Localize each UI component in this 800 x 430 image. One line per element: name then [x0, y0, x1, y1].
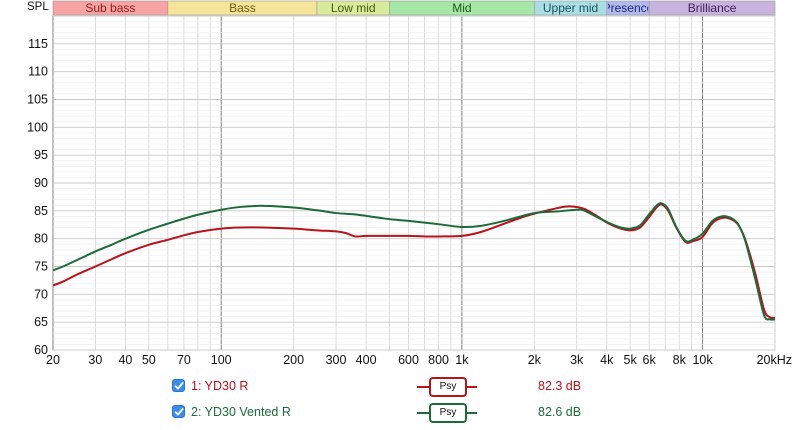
series-2-style-label: Psy: [429, 403, 467, 423]
series-1-checkbox[interactable]: [172, 379, 185, 392]
x-tick-label: 10k: [692, 353, 713, 367]
series-2-name: 2: YD30 Vented R: [191, 405, 291, 419]
band-label-1: Bass: [229, 1, 256, 15]
x-tick-label: 6k: [643, 353, 657, 367]
band-label-2: Low mid: [331, 1, 376, 15]
y-tick-label: 95: [34, 148, 48, 162]
x-tick-label: 4k: [600, 353, 614, 367]
x-tick-label: 1k: [455, 353, 469, 367]
legend-item-series-2[interactable]: 2: YD30 Vented R Psy 82.6 dB: [172, 403, 772, 423]
y-axis-label: SPL: [27, 1, 49, 13]
x-tick-label: 2k: [528, 353, 542, 367]
y-tick-label: 110: [28, 65, 48, 79]
x-tick-label: 3k: [570, 353, 584, 367]
y-tick-label: 105: [27, 93, 48, 107]
x-tick-label: 20kHz: [757, 353, 792, 367]
series-2-style-button[interactable]: Psy: [417, 403, 477, 423]
band-label-5: Presence: [603, 1, 654, 15]
y-tick-label: 115: [28, 37, 48, 51]
x-tick-label: 100: [211, 353, 232, 367]
series-1-name: 1: YD30 R: [191, 379, 249, 393]
series-1-style-label: Psy: [429, 377, 467, 397]
series-2-value: 82.6 dB: [538, 405, 582, 419]
x-tick-label: 600: [398, 353, 419, 367]
x-tick-label: 20: [46, 353, 60, 367]
y-tick-label: 65: [34, 315, 48, 329]
y-tick-label: 90: [34, 176, 48, 190]
x-tick-label: 800: [428, 353, 449, 367]
frequency-response-chart: Sub bass Bass Low mid Mid Upper mid Presence B…: [27, 0, 792, 367]
band-label-3: Mid: [452, 1, 471, 15]
x-tick-label: 40: [118, 353, 132, 367]
series-2-checkbox[interactable]: [172, 405, 185, 418]
band-label-6: Brilliance: [688, 1, 737, 15]
frequency-bands: Sub bass Bass Low mid Mid Upper mid Presence B…: [52, 0, 776, 16]
y-tick-label: 85: [34, 204, 48, 218]
y-tick-label: 80: [34, 232, 48, 246]
x-tick-label: 8k: [673, 353, 687, 367]
x-tick-label: 200: [283, 353, 304, 367]
x-tick-label: 50: [142, 353, 156, 367]
legend-item-series-1[interactable]: 1: YD30 R Psy 82.3 dB: [172, 377, 772, 397]
x-tick-label: 70: [177, 353, 191, 367]
series-1-style-button[interactable]: Psy: [417, 377, 477, 397]
x-tick-label: 300: [326, 353, 347, 367]
y-axis-ticks: 6065707580859095100105110115: [27, 37, 48, 357]
y-tick-label: 70: [34, 287, 48, 301]
y-tick-label: 75: [34, 260, 48, 274]
x-axis-ticks: 20 30 40 50 70 100 200 300 400 600 800 1k 2k 3k 4k 5k 6k…: [46, 353, 792, 367]
x-tick-label: 5k: [624, 353, 638, 367]
x-tick-label: 400: [356, 353, 377, 367]
band-label-0: Sub bass: [85, 1, 135, 15]
band-label-4: Upper mid: [543, 1, 598, 15]
y-tick-label: 100: [27, 120, 48, 134]
grid: [52, 15, 776, 351]
x-tick-label: 30: [88, 353, 102, 367]
series-1-value: 82.3 dB: [538, 379, 582, 393]
